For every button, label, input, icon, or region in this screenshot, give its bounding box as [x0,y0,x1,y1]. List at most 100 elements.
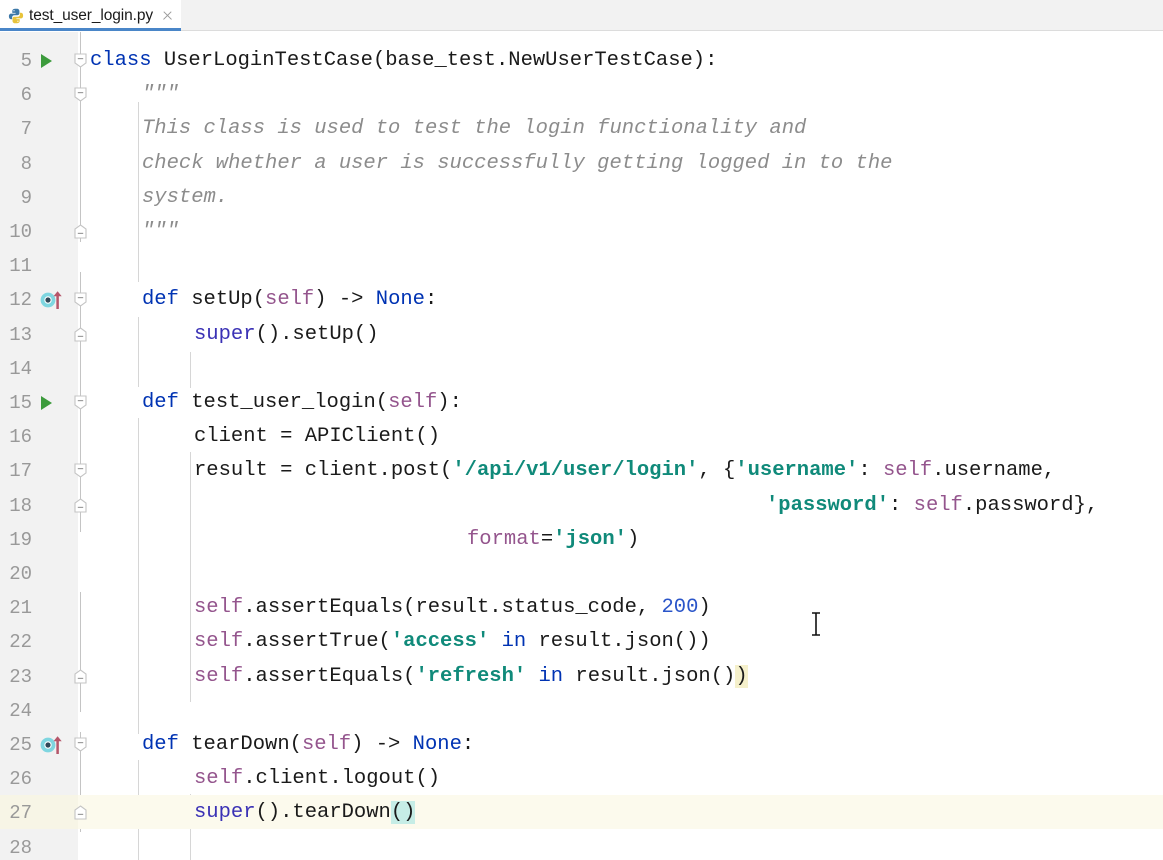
code-token: """ [142,220,179,243]
run-method-icon[interactable] [41,396,52,410]
code-token: ): [437,391,462,414]
code-token: '/api/v1/user/login' [452,459,698,482]
editor-line[interactable]: 10 """ [0,215,1163,249]
code-token: : [858,459,883,482]
code-text[interactable]: 'password': self.password}, [766,489,1098,523]
code-token: .assertEquals(result.status_code, [243,596,661,619]
editor-line[interactable]: 28 [0,831,1163,860]
line-number: 10 [0,215,32,249]
line-number: 9 [0,181,32,215]
fold-end-icon[interactable] [72,497,89,514]
code-text[interactable]: check whether a user is successfully get… [142,147,892,181]
editor-line[interactable]: 24 [0,694,1163,728]
editor-line[interactable]: 11 [0,249,1163,283]
editor-line[interactable]: 17 result = client.post('/api/v1/user/log… [0,454,1163,488]
fold-collapse-icon[interactable] [72,291,89,308]
editor-line[interactable]: 9 system. [0,181,1163,215]
code-text[interactable]: """ [142,78,179,112]
fold-end-icon[interactable] [72,804,89,821]
editor-line[interactable]: 12 def setUp(self) -> None: [0,283,1163,317]
run-method-icon[interactable] [41,54,52,68]
fold-collapse-icon[interactable] [72,394,89,411]
editor-line[interactable]: 18'password': self.password}, [0,489,1163,523]
overriding-method-icon[interactable] [40,289,64,309]
editor-line[interactable]: 15def test_user_login(self): [0,386,1163,420]
code-text[interactable]: client = APIClient() [194,420,440,454]
editor-line[interactable]: 20 [0,557,1163,591]
code-token: , { [698,459,735,482]
fold-end-icon[interactable] [72,668,89,685]
code-token: 'password' [766,494,889,517]
line-number: 14 [0,352,32,386]
code-text[interactable]: result = client.post('/api/v1/user/login… [194,454,1055,488]
fold-collapse-icon[interactable] [72,86,89,103]
code-token: self [194,596,243,619]
editor-line[interactable]: 26self.client.logout() [0,762,1163,796]
code-token: test_user_login( [191,391,388,414]
overriding-method-icon[interactable] [40,734,64,754]
code-text[interactable]: """ [142,215,179,249]
fold-end-icon[interactable] [72,326,89,343]
editor-line[interactable]: 6 """ [0,78,1163,112]
fold-collapse-icon[interactable] [72,736,89,753]
code-text[interactable]: system. [142,181,228,215]
code-text[interactable]: self.assertEquals('refresh' in result.js… [194,660,748,694]
code-text[interactable]: self.assertEquals(result.status_code, 20… [194,591,711,625]
editor-line[interactable]: 27 super().tearDown() [0,796,1163,830]
line-number: 21 [0,591,32,625]
code-text[interactable]: class UserLoginTestCase(base_test.NewUse… [90,44,717,78]
code-token: self [265,288,314,311]
code-token: ) [627,528,639,551]
editor-line[interactable]: 25def tearDown(self) -> None: [0,728,1163,762]
editor-line[interactable]: 16client = APIClient() [0,420,1163,454]
code-token: 200 [662,596,699,619]
code-text[interactable]: self.client.logout() [194,762,440,796]
code-text[interactable]: super().tearDown() [194,796,415,830]
line-number: 6 [0,78,32,112]
editor-line[interactable]: 21 self.assertEquals(result.status_code, … [0,591,1163,625]
editor-line[interactable]: 14 [0,352,1163,386]
tab-label: test_user_login.py [29,7,153,25]
fold-collapse-icon[interactable] [72,52,89,69]
line-number: 17 [0,454,32,488]
line-number: 27 [0,796,32,830]
code-token: self [914,494,963,517]
code-token: This class is used to test the login fun… [142,117,806,140]
line-number: 23 [0,660,32,694]
code-token: () [391,801,416,824]
editor-line[interactable]: 23 self.assertEquals('refresh' in result.… [0,660,1163,694]
editor-line[interactable]: 22self.assertTrue('access' in result.jso… [0,625,1163,659]
code-text[interactable]: def setUp(self) -> None: [142,283,437,317]
code-token: UserLoginTestCase(base_test.NewUserTestC… [164,49,718,72]
code-token: result.json()) [526,630,711,653]
code-token: self [194,767,243,790]
line-number: 5 [0,44,32,78]
tab-test-user-login-py[interactable]: test_user_login.py [0,0,181,31]
code-token: .assertTrue( [243,630,391,653]
line-number: 19 [0,523,32,557]
code-token: .client.logout() [243,767,440,790]
code-token: ().tearDown [256,801,391,824]
editor-line[interactable]: 7This class is used to test the login fu… [0,112,1163,146]
code-token: .password}, [963,494,1098,517]
editor-line[interactable]: 19 format='json') [0,523,1163,557]
code-text[interactable]: self.assertTrue('access' in result.json(… [194,625,711,659]
code-token: class [90,49,164,72]
code-text[interactable]: def test_user_login(self): [142,386,462,420]
code-text[interactable]: format='json') [467,523,639,557]
code-editor[interactable]: 5 class UserLoginTestCase(base_test.NewUs… [0,32,1163,860]
tab-active-underline [0,28,181,31]
editor-line[interactable]: 8check whether a user is successfully ge… [0,147,1163,181]
editor-line[interactable]: 5 class UserLoginTestCase(base_test.NewUs… [0,44,1163,78]
code-text[interactable]: def tearDown(self) -> None: [142,728,474,762]
code-token: def [142,733,191,756]
close-icon[interactable] [161,9,174,22]
editor-line[interactable]: 13super().setUp() [0,318,1163,352]
fold-collapse-icon[interactable] [72,462,89,479]
line-number: 12 [0,283,32,317]
code-text[interactable]: This class is used to test the login fun… [142,112,806,146]
code-token: def [142,391,191,414]
fold-end-icon[interactable] [72,223,89,240]
code-text[interactable]: super().setUp() [194,318,379,352]
code-token: super [194,323,256,346]
